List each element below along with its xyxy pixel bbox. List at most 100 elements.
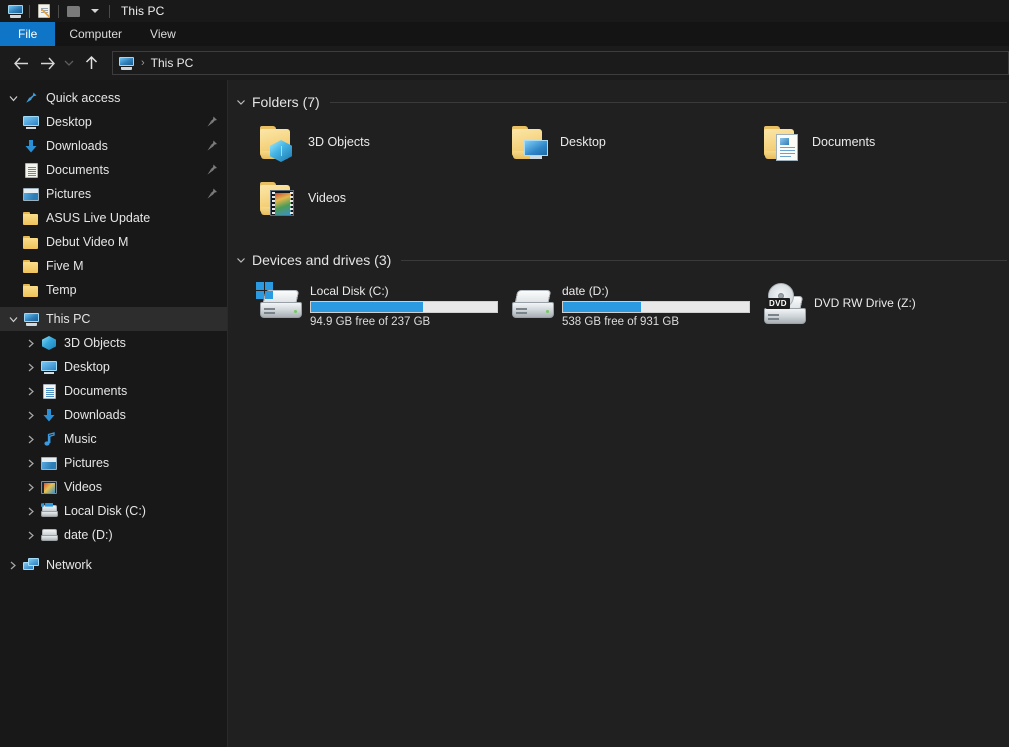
videos-icon	[40, 478, 58, 496]
toolbar-divider	[109, 4, 110, 18]
sidebar-item-desktop-pc[interactable]: Desktop	[0, 355, 227, 379]
chevron-right-icon[interactable]	[22, 475, 40, 499]
folder-desktop-icon	[508, 120, 552, 164]
drives-group-header[interactable]: Devices and drives (3)	[228, 248, 1009, 272]
tab-view[interactable]: View	[136, 22, 190, 46]
sidebar-item-date-d[interactable]: date (D:)	[0, 523, 227, 547]
sidebar-item-documents[interactable]: Documents	[0, 158, 227, 182]
sidebar-item-music[interactable]: Music	[0, 427, 227, 451]
capacity-bar-fill	[563, 302, 642, 312]
folder-3d-objects-icon	[256, 120, 300, 164]
drive-tile-dvd-rw-z[interactable]: DVD DVD RW Drive (Z:)	[744, 278, 996, 328]
tab-computer[interactable]: Computer	[55, 22, 136, 46]
chevron-down-icon[interactable]	[4, 86, 22, 110]
chevron-right-icon[interactable]	[22, 451, 40, 475]
forward-button[interactable]	[34, 50, 60, 76]
sidebar-item-asus-live-update[interactable]: ASUS Live Update	[0, 206, 227, 230]
sidebar-item-downloads-pc[interactable]: Downloads	[0, 403, 227, 427]
chevron-down-icon[interactable]	[87, 3, 103, 19]
toolbar-divider	[29, 4, 30, 18]
tile-label: 3D Objects	[308, 135, 370, 149]
sidebar-item-3d-objects[interactable]: 3D Objects	[0, 331, 227, 355]
new-folder-icon[interactable]	[65, 3, 81, 19]
pin-icon[interactable]	[205, 115, 219, 129]
sidebar-group-quick-access[interactable]: Quick access	[0, 86, 227, 110]
sidebar-group-this-pc[interactable]: This PC	[0, 307, 227, 331]
sidebar-item-desktop[interactable]: Desktop	[0, 110, 227, 134]
folder-tile-documents[interactable]: Documents	[744, 114, 996, 170]
folders-group-title: Folders (7)	[252, 94, 320, 110]
sidebar-item-label: Five M	[46, 259, 84, 273]
sidebar-item-five-m[interactable]: Five M	[0, 254, 227, 278]
capacity-text: 94.9 GB free of 237 GB	[310, 316, 431, 328]
up-button[interactable]	[78, 50, 104, 76]
music-icon	[40, 430, 58, 448]
tile-label: Documents	[812, 135, 876, 149]
drives-grid: Local Disk (C:) 94.9 GB free of 237 GB d…	[228, 272, 1009, 328]
breadcrumb-this-pc[interactable]: This PC	[151, 56, 194, 70]
desktop-icon	[40, 358, 58, 376]
drive-tile-date-d[interactable]: date (D:) 538 GB free of 931 GB	[492, 278, 750, 328]
this-pc-icon[interactable]	[7, 3, 23, 19]
chevron-right-icon[interactable]	[22, 355, 40, 379]
windows-logo-icon	[256, 282, 275, 301]
chevron-right-icon[interactable]	[22, 427, 40, 451]
sidebar-group-label: This PC	[46, 312, 91, 326]
chevron-down-icon[interactable]	[236, 97, 246, 107]
sidebar-item-pictures[interactable]: Pictures	[0, 182, 227, 206]
capacity-bar	[562, 301, 750, 313]
sidebar-item-label: Desktop	[46, 115, 92, 129]
folder-icon	[22, 233, 40, 251]
chevron-right-icon[interactable]	[22, 331, 40, 355]
sidebar-item-videos[interactable]: Videos	[0, 475, 227, 499]
sidebar-item-temp[interactable]: Temp	[0, 278, 227, 302]
folders-grid: 3D Objects Desktop Documents Videos	[228, 114, 1009, 226]
navigation-pane: Quick access Desktop Downloads Documents…	[0, 80, 228, 747]
sidebar-item-label: Videos	[64, 480, 102, 494]
this-pc-icon	[22, 310, 40, 328]
sidebar-item-debut-video-m[interactable]: Debut Video M	[0, 230, 227, 254]
sidebar-item-label: Temp	[46, 283, 77, 297]
dvd-drive-icon: DVD	[760, 283, 808, 324]
download-icon	[22, 137, 40, 155]
chevron-right-icon[interactable]	[22, 523, 40, 547]
sidebar-group-network[interactable]: Network	[0, 553, 227, 577]
folder-tile-videos[interactable]: Videos	[240, 170, 492, 226]
content-pane: Folders (7) 3D Objects Desktop Documents…	[228, 80, 1009, 747]
chevron-right-icon[interactable]	[22, 499, 40, 523]
folder-videos-icon	[256, 176, 300, 220]
sidebar-item-local-disk-c[interactable]: Local Disk (C:)	[0, 499, 227, 523]
chevron-right-icon[interactable]	[22, 403, 40, 427]
chevron-right-icon[interactable]	[4, 553, 22, 577]
sidebar-item-label: Documents	[64, 384, 128, 398]
drive-icon	[40, 526, 58, 544]
folders-group-header[interactable]: Folders (7)	[228, 90, 1009, 114]
drive-tile-local-disk-c[interactable]: Local Disk (C:) 94.9 GB free of 237 GB	[240, 278, 498, 328]
chevron-right-icon[interactable]	[22, 379, 40, 403]
capacity-text: 538 GB free of 931 GB	[562, 316, 679, 328]
body: Quick access Desktop Downloads Documents…	[0, 80, 1009, 747]
tab-file[interactable]: File	[0, 22, 56, 46]
sidebar-item-pictures-pc[interactable]: Pictures	[0, 451, 227, 475]
desktop-icon	[22, 113, 40, 131]
folder-tile-desktop[interactable]: Desktop	[492, 114, 744, 170]
cube-icon	[40, 334, 58, 352]
breadcrumb-separator: ›	[141, 57, 145, 69]
sidebar-item-label: Documents	[46, 163, 110, 177]
properties-icon[interactable]	[36, 3, 52, 19]
sidebar-item-downloads[interactable]: Downloads	[0, 134, 227, 158]
sidebar-item-label: 3D Objects	[64, 336, 126, 350]
capacity-bar	[310, 301, 498, 313]
pin-icon[interactable]	[205, 187, 219, 201]
address-input[interactable]: › This PC	[112, 51, 1009, 75]
hard-drive-windows-icon	[256, 282, 304, 322]
pin-icon[interactable]	[205, 163, 219, 177]
back-button[interactable]	[8, 50, 34, 76]
pin-icon[interactable]	[205, 139, 219, 153]
chevron-down-icon[interactable]	[236, 255, 246, 265]
folder-tile-3d-objects[interactable]: 3D Objects	[240, 114, 492, 170]
chevron-down-icon[interactable]	[4, 307, 22, 331]
sidebar-group-label: Network	[46, 558, 92, 572]
sidebar-item-documents-pc[interactable]: Documents	[0, 379, 227, 403]
recent-locations-icon[interactable]	[60, 50, 78, 76]
